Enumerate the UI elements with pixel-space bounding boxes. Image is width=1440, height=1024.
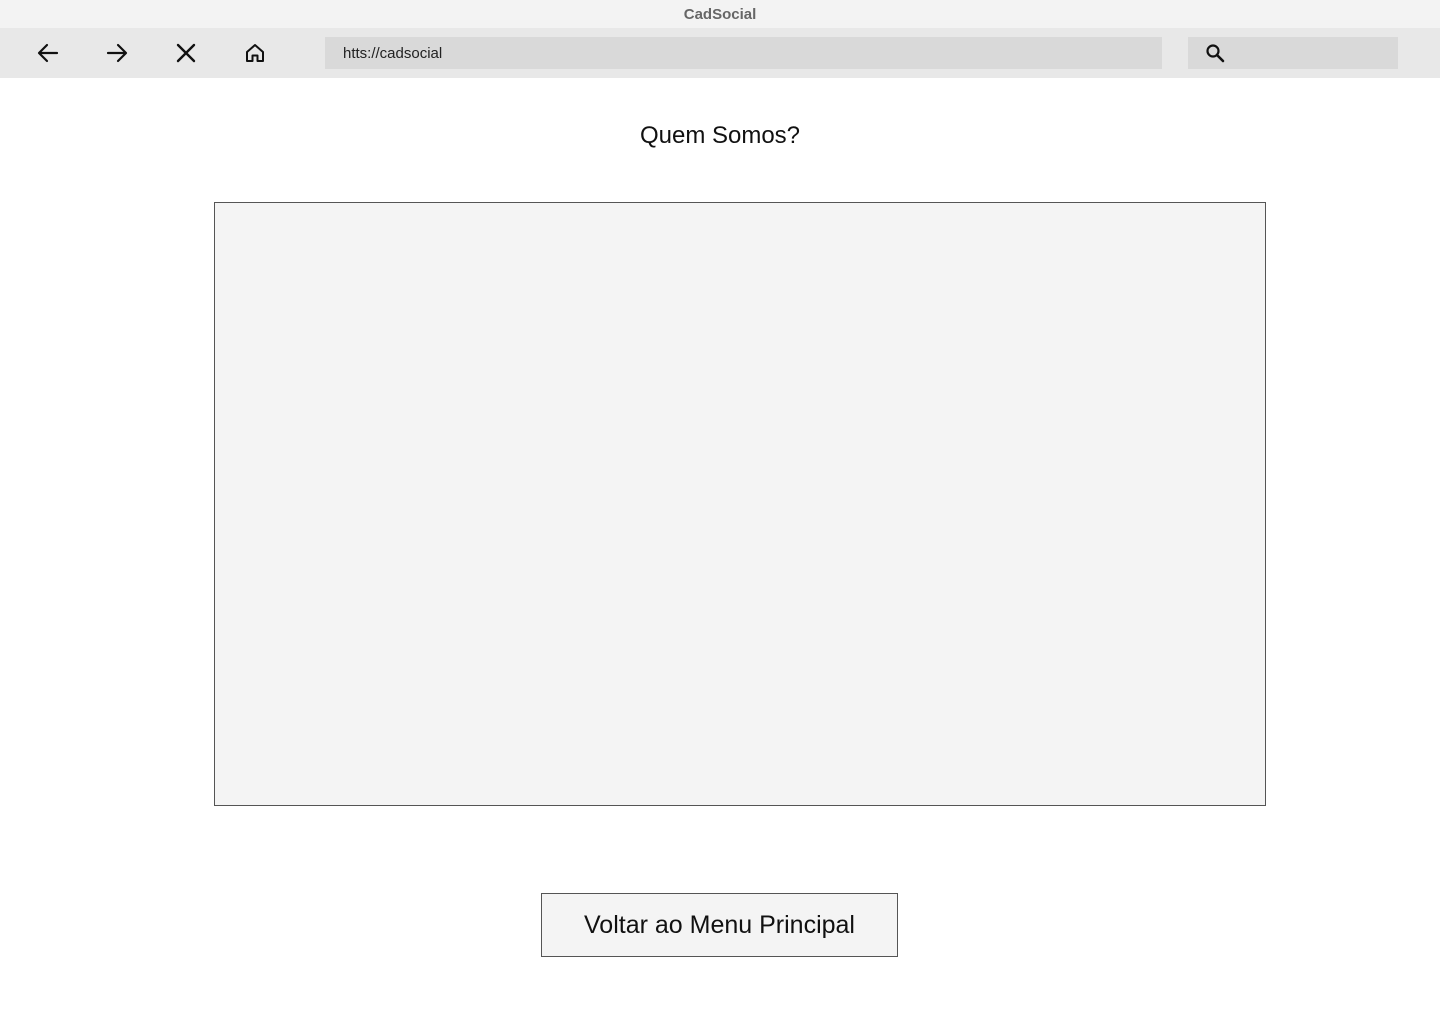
home-icon: [246, 44, 264, 62]
browser-toolbar: htts://cadsocial: [0, 28, 1440, 78]
stop-button[interactable]: [171, 38, 201, 68]
search-box[interactable]: [1188, 37, 1398, 69]
window-titlebar: CadSocial: [0, 0, 1440, 28]
arrow-left-icon: [37, 43, 59, 63]
page-title: Quem Somos?: [639, 122, 801, 149]
back-button[interactable]: [33, 38, 63, 68]
search-icon: [1206, 44, 1225, 63]
back-to-main-menu-button[interactable]: Voltar ao Menu Principal: [541, 893, 898, 957]
arrow-right-icon: [106, 43, 128, 63]
close-icon: [176, 43, 196, 63]
url-bar[interactable]: htts://cadsocial: [325, 37, 1162, 69]
content-panel: [214, 202, 1266, 806]
window-title: CadSocial: [683, 5, 757, 23]
forward-button[interactable]: [102, 38, 132, 68]
home-button[interactable]: [240, 38, 270, 68]
url-text: htts://cadsocial: [343, 44, 443, 62]
